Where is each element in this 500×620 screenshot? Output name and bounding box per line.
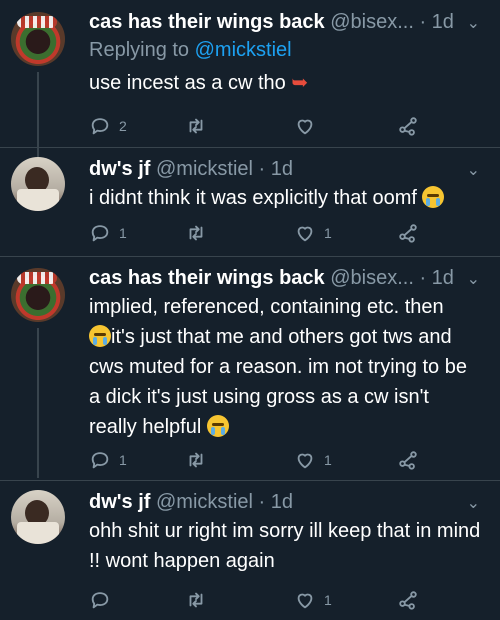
reply-count: 1: [119, 225, 127, 241]
share-icon: [399, 224, 417, 243]
person-running-icon: ➥: [291, 72, 309, 94]
divider: [0, 147, 500, 148]
replying-to-handle-link[interactable]: @mickstiel: [195, 39, 292, 61]
user-handle[interactable]: @bisex...: [330, 267, 414, 289]
retweet-icon: [189, 225, 203, 241]
tweet-text: ohh shit ur right im sorry ill keep that…: [89, 516, 482, 576]
timestamp[interactable]: · 1d: [419, 267, 453, 289]
loudly-crying-face-icon: [206, 415, 229, 437]
retweet-button[interactable]: [185, 219, 207, 247]
like-count: 1: [324, 225, 332, 241]
display-name[interactable]: dw's jf: [89, 491, 150, 513]
reply-icon: [91, 592, 109, 609]
avatar[interactable]: [11, 12, 65, 66]
chevron-down-icon[interactable]: ⌄: [467, 490, 480, 518]
like-count: 1: [324, 592, 332, 608]
share-button[interactable]: [397, 586, 419, 614]
tweet-header: cas has their wings back @bisex... · 1d …: [89, 8, 480, 38]
like-button[interactable]: 1: [294, 219, 332, 247]
divider: [0, 256, 500, 257]
like-button[interactable]: 1: [294, 586, 332, 614]
chevron-down-icon[interactable]: ⌄: [467, 266, 480, 294]
tweet-2[interactable]: dw's jf @mickstiel · 1d ⌄ i didnt think …: [0, 155, 500, 255]
display-name[interactable]: cas has their wings back: [89, 267, 325, 289]
tweet-text: use incest as a cw tho ➥: [89, 68, 482, 98]
display-name[interactable]: dw's jf: [89, 158, 150, 180]
reply-button[interactable]: 1: [89, 446, 127, 474]
chevron-down-icon[interactable]: ⌄: [467, 10, 480, 38]
like-icon: [297, 226, 313, 242]
timestamp[interactable]: · 1d: [419, 11, 453, 33]
user-handle[interactable]: @mickstiel: [156, 491, 253, 513]
share-icon: [399, 591, 417, 610]
share-icon: [399, 117, 417, 136]
tweet-header: dw's jf @mickstiel · 1d ⌄: [89, 488, 480, 518]
thread-line: [37, 72, 39, 162]
loudly-crying-face-icon: [89, 325, 111, 347]
avatar[interactable]: [11, 490, 65, 544]
user-handle[interactable]: @bisex...: [330, 11, 414, 33]
tweet-text-rest: it's just that me and others got tws and…: [89, 326, 467, 438]
tweet-text: implied, referenced, containing etc. the…: [89, 292, 482, 442]
tweet-text-content: i didnt think it was explicitly that oom…: [89, 187, 417, 209]
like-button[interactable]: [294, 112, 324, 140]
reply-button[interactable]: 2: [89, 112, 127, 140]
reply-icon: [91, 118, 109, 135]
tweet-text-content: use incest as a cw tho: [89, 72, 286, 94]
share-button[interactable]: [397, 446, 419, 474]
replying-to: Replying to @mickstiel: [89, 36, 292, 64]
tweet-text: i didnt think it was explicitly that oom…: [89, 183, 482, 213]
tweet-3[interactable]: cas has their wings back @bisex... · 1d …: [0, 264, 500, 478]
timestamp[interactable]: · 1d: [259, 491, 293, 513]
replying-to-label: Replying to: [89, 39, 190, 61]
reply-button[interactable]: 1: [89, 219, 127, 247]
reply-count: 2: [119, 118, 127, 134]
avatar[interactable]: [11, 268, 65, 322]
timestamp[interactable]: · 1d: [259, 158, 293, 180]
retweet-icon: [189, 452, 203, 468]
tweet-actions: 1: [89, 586, 500, 614]
like-icon: [297, 593, 313, 609]
retweet-button[interactable]: [185, 112, 207, 140]
tweet-actions: 2: [89, 112, 500, 140]
retweet-button[interactable]: [185, 586, 207, 614]
share-icon: [399, 451, 417, 470]
tweet-text-line-1: implied, referenced, containing etc. the…: [89, 296, 444, 318]
share-button[interactable]: [397, 219, 419, 247]
avatar[interactable]: [11, 157, 65, 211]
reply-icon: [91, 225, 109, 242]
tweet-text-content: ohh shit ur right im sorry ill keep that…: [89, 520, 481, 572]
reply-icon: [91, 452, 109, 469]
divider: [0, 480, 500, 481]
tweet-header: cas has their wings back @bisex... · 1d …: [89, 264, 480, 294]
display-name[interactable]: cas has their wings back: [89, 11, 325, 33]
tweet-1[interactable]: cas has their wings back @bisex... · 1d …: [0, 8, 500, 162]
retweet-button[interactable]: [185, 446, 207, 474]
chevron-down-icon[interactable]: ⌄: [467, 157, 480, 185]
retweet-icon: [189, 118, 203, 134]
like-button[interactable]: 1: [294, 446, 332, 474]
like-icon: [297, 453, 313, 469]
share-button[interactable]: [397, 112, 419, 140]
tweet-header: dw's jf @mickstiel · 1d ⌄: [89, 155, 480, 185]
like-count: 1: [324, 452, 332, 468]
retweet-icon: [189, 592, 203, 608]
reply-count: 1: [119, 452, 127, 468]
reply-button[interactable]: [89, 586, 119, 614]
thread-line: [37, 328, 39, 478]
tweet-actions: 1 1: [89, 446, 500, 474]
tweet-actions: 1 1: [89, 219, 500, 247]
like-icon: [297, 119, 313, 135]
user-handle[interactable]: @mickstiel: [156, 158, 253, 180]
tweet-4[interactable]: dw's jf @mickstiel · 1d ⌄ ohh shit ur ri…: [0, 488, 500, 618]
loudly-crying-face-icon: [422, 186, 445, 208]
